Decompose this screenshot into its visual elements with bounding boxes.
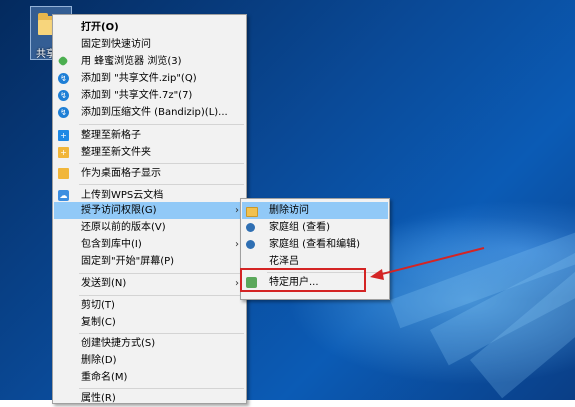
- annotation-arrow: [370, 247, 485, 280]
